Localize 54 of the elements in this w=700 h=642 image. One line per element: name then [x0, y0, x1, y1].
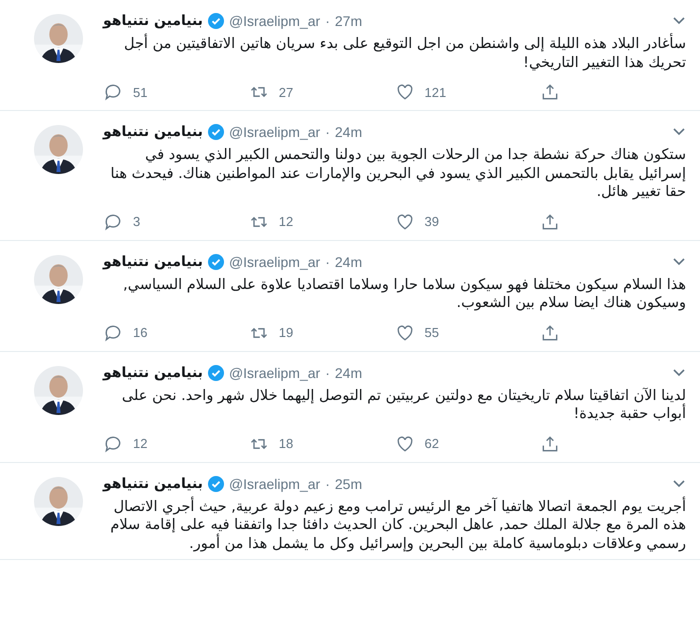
tweet-time[interactable]: 24m	[334, 124, 362, 140]
author-name[interactable]: بنيامين نتنياهو	[103, 13, 203, 29]
tweet-text: أجريت يوم الجمعة اتصالا هاتفيا آخر مع الرئيس ترامب ومع زعيم دولة عربية, حيث أجري الاتصال هذه المرة مع جلالة الملك حمد, عاهل البحرين. كان الحديث دافئا جدا واتفقنا فيه على إقامة سلام رسمي وعلاقات دبلوماسية كاملة بين البحرين وإسرائيل وكل ما يشمل هذا من أمور.	[109, 498, 686, 553]
reply-icon[interactable]	[103, 212, 123, 232]
retweet-count: 19	[278, 325, 294, 340]
separator-dot: ·	[325, 124, 330, 140]
share-icon[interactable]	[540, 82, 560, 102]
like-count: 39	[424, 214, 439, 229]
chevron-down-icon[interactable]	[672, 256, 686, 266]
separator-dot: ·	[325, 364, 330, 380]
tweet-time[interactable]: 24m	[334, 254, 362, 270]
heart-icon[interactable]	[394, 212, 414, 232]
author-handle[interactable]: @Israelipm_ar	[228, 254, 320, 270]
author-handle[interactable]: @Israelipm_ar	[228, 476, 320, 492]
separator-dot: ·	[325, 13, 330, 29]
heart-icon[interactable]	[394, 82, 414, 102]
share-icon[interactable]	[540, 322, 560, 342]
retweet-count: 12	[278, 214, 294, 229]
reply-count: 16	[133, 325, 148, 340]
author-name[interactable]: بنيامين نتنياهو	[103, 476, 203, 492]
reply-count: 12	[133, 436, 148, 451]
reply-icon[interactable]	[103, 82, 123, 102]
heart-icon[interactable]	[394, 322, 414, 342]
author-name[interactable]: بنيامين نتنياهو	[103, 124, 203, 140]
author-handle[interactable]: @Israelipm_ar	[228, 13, 320, 29]
tweet-time[interactable]: 27m	[334, 13, 362, 29]
tweet-text: سأغادر البلاد هذه الليلة إلى واشنطن من اجل التوقيع على بدء سريان هاتين الاتفاقيتين من أجل تحريك هذا التغيير التاريخي!	[103, 35, 686, 72]
author-name[interactable]: بنيامين نتنياهو	[103, 364, 203, 380]
separator-dot: ·	[325, 254, 330, 270]
tweet-time[interactable]: 25m	[334, 476, 362, 492]
like-count: 121	[424, 84, 446, 100]
tweet-time[interactable]: 24m	[334, 364, 362, 380]
reply-count: 51	[133, 84, 148, 100]
chevron-down-icon[interactable]	[672, 368, 686, 378]
like-count: 62	[424, 436, 439, 451]
chevron-down-icon[interactable]	[672, 16, 686, 26]
heart-icon[interactable]	[394, 434, 414, 454]
chevron-down-icon[interactable]	[672, 478, 686, 488]
author-handle[interactable]: @Israelipm_ar	[228, 364, 320, 380]
author-handle[interactable]: @Israelipm_ar	[228, 124, 320, 140]
retweet-count: 18	[278, 436, 294, 451]
share-icon[interactable]	[540, 434, 560, 454]
chevron-down-icon[interactable]	[672, 127, 686, 137]
reply-count: 3	[133, 214, 140, 229]
tweet-text: ستكون هناك حركة نشطة جدا من الرحلات الجوية بين دولنا والتحمس الكبير الذي يسود في إسرائيل يقابل بالتحمس الكبير الذي يسود في البحرين والإمارات عند المواطنين هناك. فيحدث هنا حقا تغيير هائل.	[110, 146, 686, 202]
separator-dot: ·	[325, 476, 330, 492]
reply-icon[interactable]	[103, 434, 123, 454]
author-name[interactable]: بنيامين نتنياهو	[103, 254, 203, 270]
share-icon[interactable]	[540, 212, 560, 232]
retweet-count: 27	[278, 84, 294, 100]
tweet-text: لدينا الآن اتفاقيتا سلام تاريخيتان مع دولتين عربيتين تم التوصل إليهما خلال شهر واحد. نحن على أبواب حقبة جديدة!	[120, 386, 686, 424]
like-count: 55	[424, 325, 439, 340]
reply-icon[interactable]	[103, 322, 123, 342]
tweet-text: هذا السلام سيكون مختلفا فهو سيكون سلاما حارا وسلاما اقتصاديا علاوة على السلام السياسي, وسيكون هناك ايضا سلام بين الشعوب.	[122, 276, 686, 312]
